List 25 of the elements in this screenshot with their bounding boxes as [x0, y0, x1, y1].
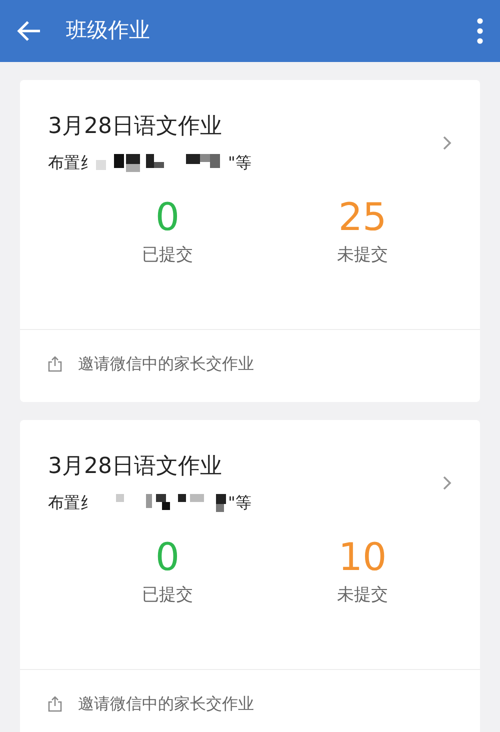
count: 25: [337, 197, 388, 239]
count-label: 已提交: [141, 244, 194, 267]
assignment-card[interactable]: 3月28日语文作业 布置纟 "等 0 已提交 25 未提交 邀请微信中的家长交作业: [20, 80, 480, 402]
assigned-suffix-text: "等: [228, 152, 252, 174]
page-title: 班级作业: [66, 17, 150, 44]
invite-link[interactable]: 邀请微信中的家长交作业: [78, 352, 254, 376]
assignment-card[interactable]: 3月28日语文作业 布置纟 "等 0 已提交 10 未提交 邀请微信中的家长交作业: [20, 420, 480, 732]
chevron-right-icon: [442, 474, 452, 490]
chevron-right-icon: [442, 134, 452, 150]
count: 0: [154, 537, 181, 579]
assigned-to-text: 布置纟: [48, 492, 96, 514]
assigned-to-text: 布置纟: [48, 152, 96, 174]
count-label: 未提交: [336, 244, 389, 267]
count: 10: [337, 537, 388, 579]
invite-link[interactable]: 邀请微信中的家长交作业: [78, 692, 254, 716]
count-label: 未提交: [336, 584, 389, 607]
share-icon[interactable]: [48, 356, 62, 372]
count-label: 已提交: [141, 584, 194, 607]
back-icon[interactable]: [16, 20, 42, 42]
count: 0: [154, 197, 181, 239]
assignment-title: 3月28日语文作业: [48, 453, 223, 481]
more-icon[interactable]: [476, 17, 484, 45]
assigned-suffix-text: "等: [228, 492, 252, 514]
share-icon[interactable]: [48, 696, 62, 712]
assignment-title: 3月28日语文作业: [48, 113, 223, 141]
